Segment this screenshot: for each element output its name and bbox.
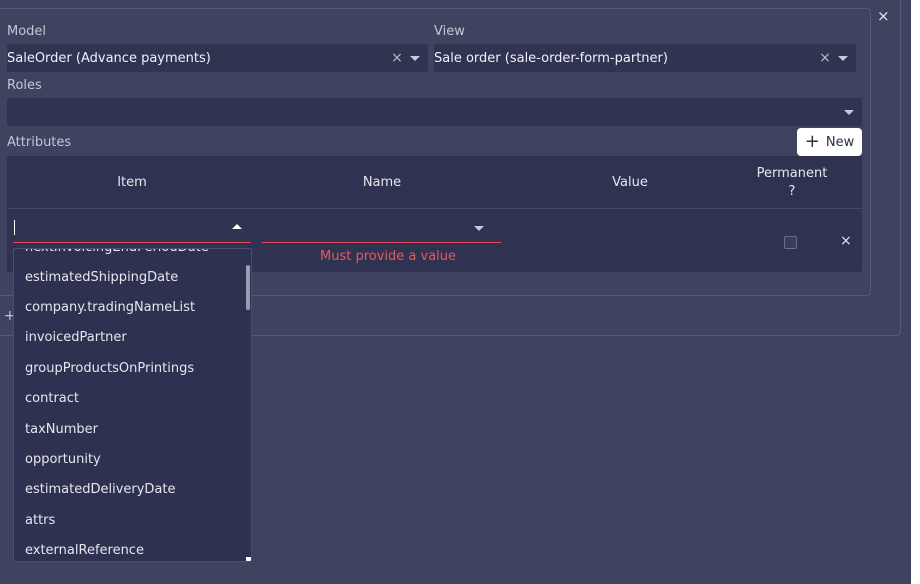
plus-icon: + [804,131,820,152]
view-chevron-down-icon[interactable] [838,55,848,61]
dropdown-option[interactable]: groupProductsOnPrintings [25,354,194,384]
model-chevron-down-icon[interactable] [410,55,420,61]
model-select[interactable]: SaleOrder (Advance payments) × [7,44,428,72]
dropdown-option[interactable]: nextInvoicingEndPeriodDate [25,249,209,263]
dropdown-option[interactable]: attrs [25,506,55,536]
new-button-label: New [825,134,855,150]
model-value: SaleOrder (Advance payments) [7,50,211,66]
dropdown-option[interactable]: externalReference [25,536,144,561]
roles-select[interactable] [7,98,862,126]
item-input[interactable] [13,214,251,243]
delete-row-icon[interactable]: × [840,233,852,249]
column-header-item[interactable]: Item [82,175,182,190]
dropdown-resize-handle[interactable] [246,557,251,561]
name-error-message: Must provide a value [320,249,457,264]
dropdown-scrollbar[interactable] [246,265,250,310]
name-chevron-down-icon[interactable] [474,226,484,231]
view-clear-icon[interactable]: × [816,50,834,66]
dropdown-option[interactable]: company.tradingNameList [25,293,195,323]
attributes-label: Attributes [7,135,72,150]
column-header-name[interactable]: Name [332,175,432,190]
dropdown-option[interactable]: estimatedShippingDate [25,263,178,293]
model-clear-icon[interactable]: × [388,50,406,66]
grid-header: Item Name Value Permanent ? [7,156,862,209]
close-panel-icon[interactable]: × [877,9,890,24]
view-label: View [434,24,465,39]
item-chevron-up-icon[interactable] [232,224,242,229]
dropdown-option[interactable]: estimatedDeliveryDate [25,475,176,505]
text-cursor [14,220,15,235]
column-header-permanent[interactable]: Permanent ? [742,165,842,201]
dropdown-option[interactable]: taxNumber [25,415,98,445]
item-dropdown-list[interactable]: nextInvoicingEndPeriodDate estimatedShip… [13,248,252,562]
permanent-checkbox[interactable] [784,236,797,249]
name-select[interactable] [262,214,501,243]
page-edge [911,0,920,584]
view-select[interactable]: Sale order (sale-order-form-partner) × [434,44,856,72]
column-header-value[interactable]: Value [580,175,680,190]
roles-chevron-down-icon[interactable] [844,109,854,115]
dropdown-option[interactable]: opportunity [25,445,101,475]
dropdown-option[interactable]: contract [25,384,79,414]
model-label: Model [7,24,47,39]
roles-label: Roles [7,78,42,93]
dropdown-option[interactable]: invoicedPartner [25,323,127,353]
view-value: Sale order (sale-order-form-partner) [434,50,668,66]
new-attribute-button[interactable]: + New [797,128,862,156]
